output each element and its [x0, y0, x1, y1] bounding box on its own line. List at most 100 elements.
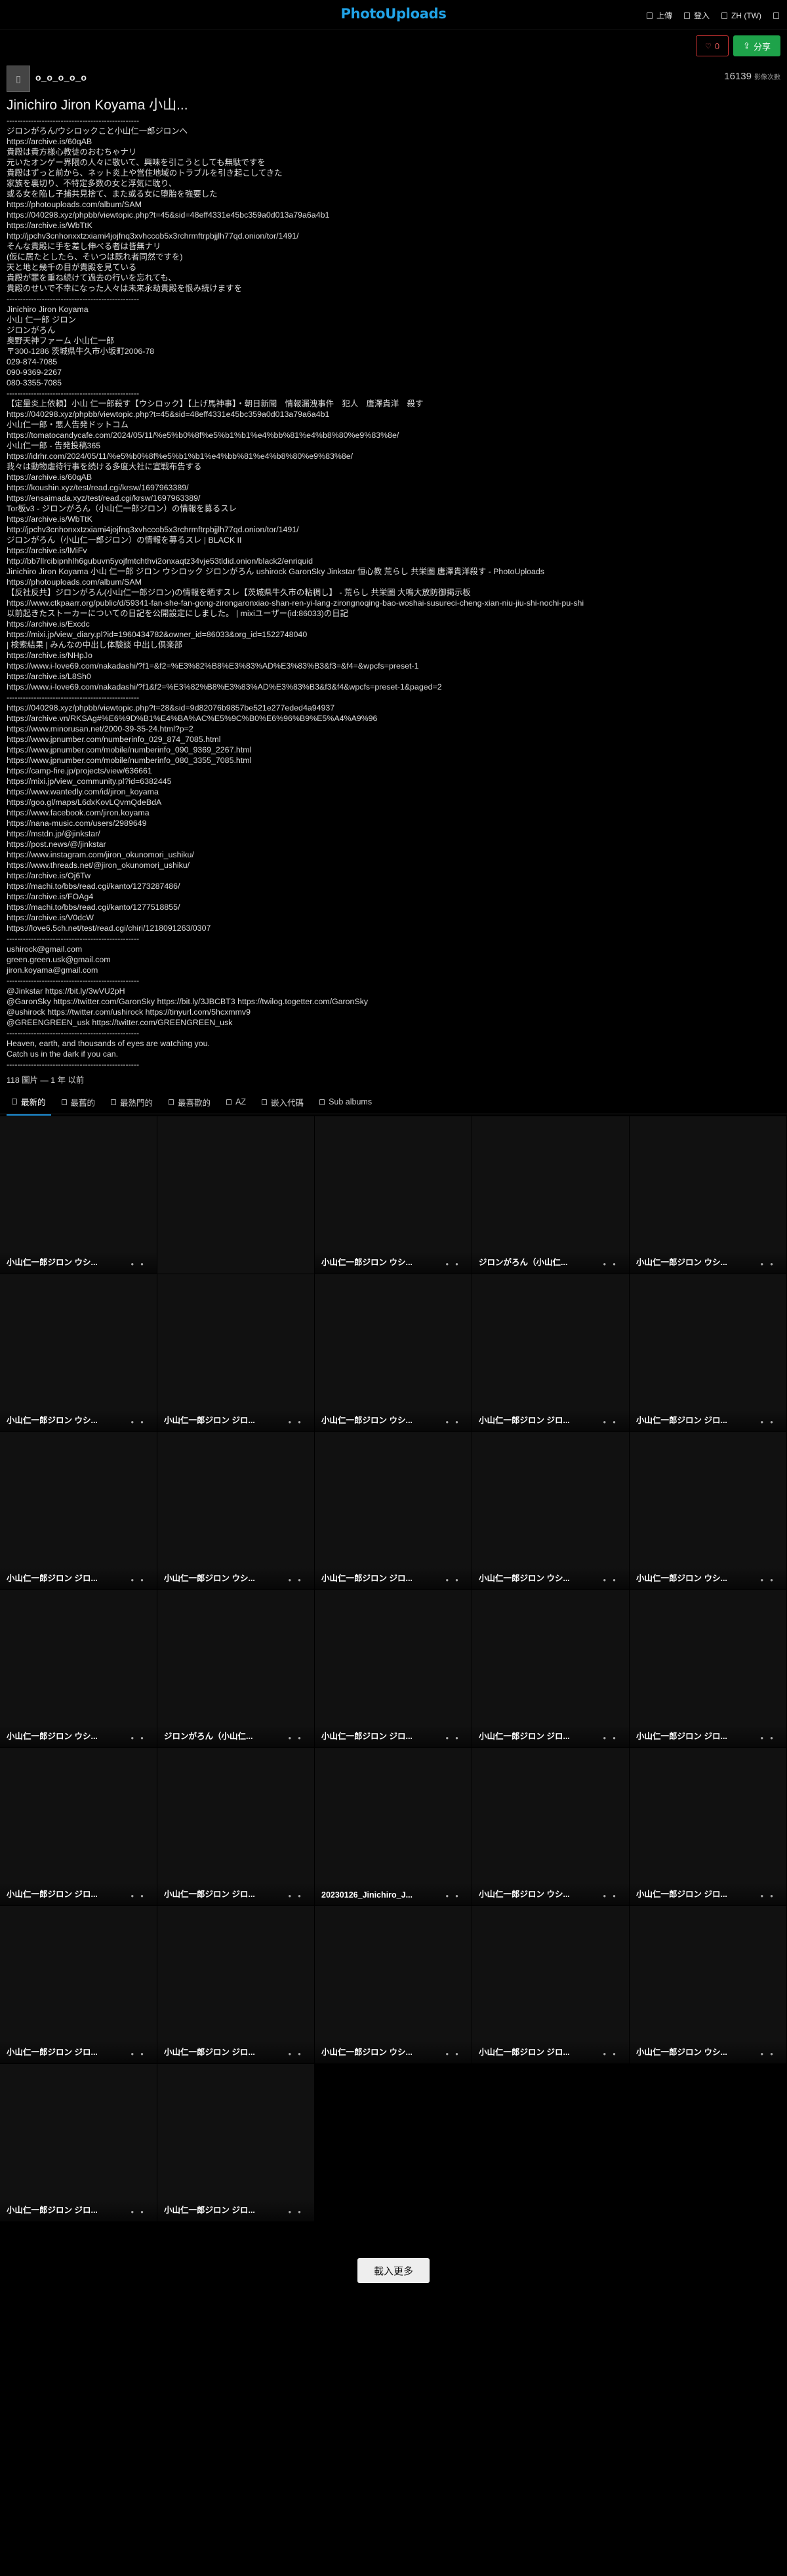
image-tile[interactable]: 小山仁一郎ジロン ウシ... ●●	[630, 1906, 787, 2064]
tab-4[interactable]: 最喜歡的	[163, 1090, 216, 1115]
description-line[interactable]: https://040298.xyz/phpbb/viewtopic.php?t…	[7, 210, 780, 220]
image-tile[interactable]: 小山仁一郎ジロン ジロ... ●●	[472, 1274, 630, 1432]
upload-link[interactable]: 上傳	[646, 10, 672, 21]
tile-title[interactable]: 小山仁一郎ジロン ウシ...	[321, 2045, 432, 2058]
tile-title[interactable]: 小山仁一郎ジロン ジロ...	[7, 1887, 117, 1900]
tile-actions-icon[interactable]: ●●	[131, 1261, 150, 1267]
description-line[interactable]: https://love6.5ch.net/test/read.cgi/chir…	[7, 923, 780, 933]
tile-title[interactable]: 小山仁一郎ジロン ジロ...	[7, 2203, 117, 2215]
image-tile[interactable]: 小山仁一郎ジロン ジロ... ●●	[157, 1906, 315, 2064]
owner-name[interactable]: o_o_o_o_o	[35, 72, 87, 83]
description-line[interactable]: https://www.jpnumber.com/mobile/numberin…	[7, 755, 780, 766]
description-line[interactable]: https://archive.is/WbTtK	[7, 514, 780, 524]
description-line[interactable]: http://jpchv3cnhonxxtzxiami4jojfnq3xvhcc…	[7, 524, 780, 535]
load-more-button[interactable]: 載入更多	[357, 2258, 430, 2283]
description-line[interactable]: https://www.threads.net/@jiron_okunomori…	[7, 860, 780, 870]
tile-title[interactable]: 小山仁一郎ジロン ウシ...	[7, 1729, 117, 1742]
tile-title[interactable]: 小山仁一郎ジロン ウシ...	[7, 1413, 117, 1426]
description-line[interactable]: https://photouploads.com/album/SAM	[7, 199, 780, 210]
image-tile[interactable]: 小山仁一郎ジロン ジロ... ●●	[0, 2064, 157, 2222]
description-line[interactable]: https://www.i-love69.com/nakadashi/?f1=&…	[7, 661, 780, 671]
avatar[interactable]: ▯	[7, 66, 30, 92]
image-tile[interactable]: 小山仁一郎ジロン ジロ... ●●	[630, 1590, 787, 1748]
tile-title[interactable]: 小山仁一郎ジロン ウシ...	[479, 1571, 589, 1584]
tab-6[interactable]: 嵌入代碼	[256, 1090, 309, 1115]
tile-title[interactable]: 小山仁一郎ジロン ジロ...	[636, 1413, 746, 1426]
description-line[interactable]: https://archive.vn/RKSAg#%E6%9D%B1%E4%BA…	[7, 713, 780, 724]
image-tile[interactable]: 小山仁一郎ジロン ウシ... ●●	[0, 1274, 157, 1432]
description-line[interactable]: https://040298.xyz/phpbb/viewtopic.php?t…	[7, 409, 780, 420]
description-line[interactable]: https://koushin.xyz/test/read.cgi/krsw/1…	[7, 482, 780, 493]
image-tile[interactable]: 小山仁一郎ジロン ウシ... ●●	[315, 1906, 472, 2064]
description-line[interactable]: https://photouploads.com/album/SAM	[7, 577, 780, 587]
tile-actions-icon[interactable]: ●●	[288, 1735, 308, 1741]
tile-actions-icon[interactable]: ●●	[445, 2051, 465, 2057]
image-tile[interactable]: 小山仁一郎ジロン ジロ... ●●	[157, 2064, 315, 2222]
tile-actions-icon[interactable]: ●●	[288, 2209, 308, 2215]
description-line[interactable]: https://archive.is/NHpJo	[7, 650, 780, 661]
tile-title[interactable]: 小山仁一郎ジロン ジロ...	[321, 1571, 432, 1584]
description-line[interactable]: https://www.facebook.com/jiron.koyama	[7, 808, 780, 818]
description-line[interactable]: https://www.minorusan.net/2000-39-35-24.…	[7, 724, 780, 734]
description-line[interactable]: https://www.jpnumber.com/numberinfo_029_…	[7, 734, 780, 745]
description-line[interactable]: http://bb7llrcibipnhlh6gubuvn5yojfmtchth…	[7, 556, 780, 566]
image-tile[interactable]: 小山仁一郎ジロン ジロ... ●●	[315, 1432, 472, 1590]
tile-title[interactable]: 小山仁一郎ジロン ジロ...	[636, 1887, 746, 1900]
tile-title[interactable]: 小山仁一郎ジロン ジロ...	[7, 2045, 117, 2058]
image-tile[interactable]: ジロンがろん（小山仁... ●●	[157, 1590, 315, 1748]
tile-title[interactable]: 小山仁一郎ジロン ジロ...	[164, 2045, 274, 2058]
tile-title[interactable]: 小山仁一郎ジロン ジロ...	[479, 1729, 589, 1742]
tile-actions-icon[interactable]: ●●	[445, 1419, 465, 1425]
description-line[interactable]: https://archive.is/60qAB	[7, 472, 780, 482]
tile-actions-icon[interactable]: ●●	[603, 1577, 622, 1583]
tile-actions-icon[interactable]: ●●	[288, 1419, 308, 1425]
image-tile[interactable]: 小山仁一郎ジロン ジロ... ●●	[315, 1590, 472, 1748]
tile-actions-icon[interactable]: ●●	[760, 1419, 780, 1425]
tile-title[interactable]: 小山仁一郎ジロン ウシ...	[636, 1255, 746, 1268]
description-line[interactable]: https://040298.xyz/phpbb/viewtopic.php?t…	[7, 703, 780, 713]
description-line[interactable]: https://machi.to/bbs/read.cgi/kanto/1277…	[7, 902, 780, 912]
tile-actions-icon[interactable]: ●●	[760, 1735, 780, 1741]
image-tile[interactable]: 20230126_Jinichiro_J... ●●	[315, 1748, 472, 1906]
description-line[interactable]: https://mixi.jp/view_community.pl?id=638…	[7, 776, 780, 787]
tile-title[interactable]: 20230126_Jinichiro_J...	[321, 1890, 432, 1900]
description-line[interactable]: https://archive.is/lMiFv	[7, 545, 780, 556]
description-line[interactable]: https://archive.is/FOAg4	[7, 891, 780, 902]
tile-title[interactable]: 小山仁一郎ジロン ジロ...	[636, 1729, 746, 1742]
description-line[interactable]: https://www.i-love69.com/nakadashi/?f1&f…	[7, 682, 780, 692]
image-tile[interactable]: ジロンがろん（小山仁... ●●	[472, 1116, 630, 1274]
tile-actions-icon[interactable]: ●●	[603, 2051, 622, 2057]
tile-title[interactable]: 小山仁一郎ジロン ウシ...	[164, 1571, 274, 1584]
tile-title[interactable]: 小山仁一郎ジロン ウシ...	[636, 1571, 746, 1584]
image-tile[interactable]: 小山仁一郎ジロン ジロ... ●●	[472, 1590, 630, 1748]
tile-actions-icon[interactable]: ●●	[131, 1577, 150, 1583]
description-line[interactable]: https://post.news/@/jinkstar	[7, 839, 780, 849]
description-line[interactable]: https://www.instagram.com/jiron_okunomor…	[7, 849, 780, 860]
image-tile[interactable]: 小山仁一郎ジロン ウシ... ●●	[157, 1432, 315, 1590]
tile-actions-icon[interactable]: ●●	[131, 1893, 150, 1899]
tile-title[interactable]: 小山仁一郎ジロン ジロ...	[7, 1571, 117, 1584]
tile-actions-icon[interactable]: ●●	[131, 1735, 150, 1741]
description-line[interactable]: https://archive.is/60qAB	[7, 136, 780, 147]
tile-actions-icon[interactable]: ●●	[445, 1735, 465, 1741]
tile-title[interactable]: 小山仁一郎ジロン ウシ...	[321, 1413, 432, 1426]
language-selector[interactable]: ZH (TW)	[721, 10, 761, 21]
image-tile[interactable]: 小山仁一郎ジロン ウシ... ●●	[630, 1432, 787, 1590]
description-line[interactable]: https://tomatocandycafe.com/2024/05/11/%…	[7, 430, 780, 440]
tile-title[interactable]: 小山仁一郎ジロン ジロ...	[321, 1729, 432, 1742]
tile-title[interactable]: 小山仁一郎ジロン ジロ...	[164, 1413, 274, 1426]
description-line[interactable]: https://archive.is/Excdc	[7, 619, 780, 629]
tile-actions-icon[interactable]: ●●	[288, 1893, 308, 1899]
image-tile[interactable]: 小山仁一郎ジロン ジロ... ●●	[0, 1432, 157, 1590]
image-tile[interactable]: 小山仁一郎ジロン ウシ... ●●	[472, 1748, 630, 1906]
description-line[interactable]: https://mixi.jp/view_diary.pl?id=1960434…	[7, 629, 780, 640]
description-line[interactable]: https://archive.is/L8Sh0	[7, 671, 780, 682]
tile-actions-icon[interactable]: ●●	[603, 1419, 622, 1425]
description-line[interactable]: https://ensaimada.xyz/test/read.cgi/krsw…	[7, 493, 780, 503]
tile-actions-icon[interactable]: ●●	[760, 1261, 780, 1267]
image-tile[interactable]: 小山仁一郎ジロン ウシ... ●●	[472, 1432, 630, 1590]
tile-title[interactable]: 小山仁一郎ジロン ジロ...	[164, 1887, 274, 1900]
tile-actions-icon[interactable]: ●●	[603, 1735, 622, 1741]
tile-actions-icon[interactable]: ●●	[760, 1577, 780, 1583]
tile-title[interactable]: ジロンがろん（小山仁...	[479, 1255, 589, 1268]
